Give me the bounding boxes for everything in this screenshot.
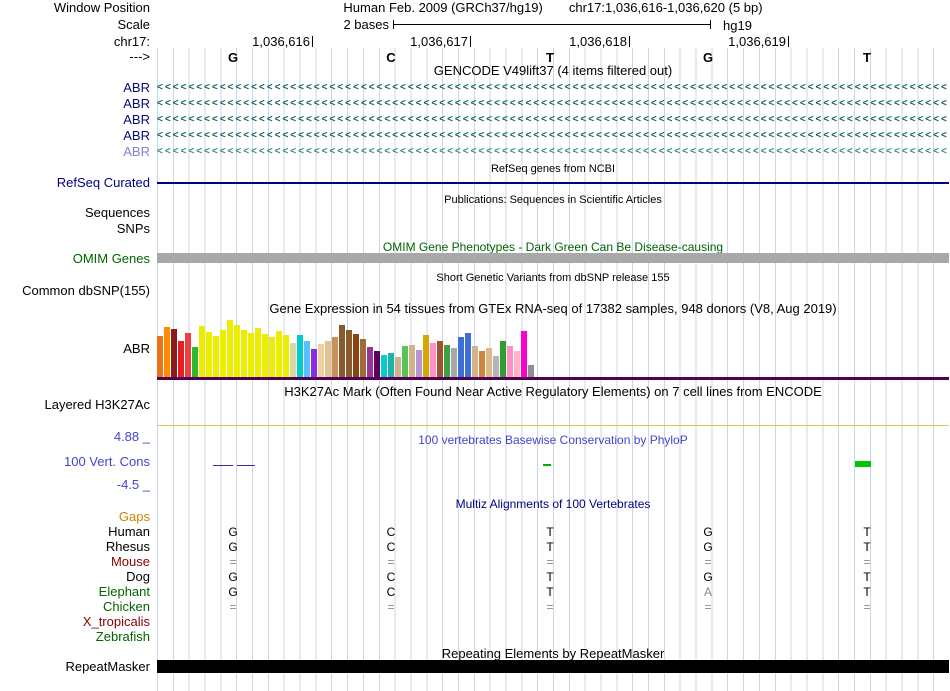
phylop-max-value: 4.88 _ [113, 429, 150, 444]
multiz-xtropicalis-label: X_tropicalis [82, 614, 150, 629]
gtex-gene-label[interactable]: ABR [123, 342, 150, 356]
multiz-track-title[interactable]: Multiz Alignments of 100 Vertebrates [157, 497, 949, 511]
chrom-label: chr17: [113, 34, 150, 49]
multiz-zebrafish-label: Zebrafish [95, 629, 150, 644]
genome-build-label: hg19 [723, 18, 752, 33]
gencode-track-title[interactable]: GENCODE V49lift37 (4 items filtered out) [157, 64, 949, 78]
genome-browser-view: Window Position Scale chr17: ---> ABR AB… [0, 0, 950, 691]
multiz-row-mouse: = = = = = [229, 555, 871, 569]
position-header: Human Feb. 2009 (GRCh37/hg19) chr17:1,03… [157, 1, 949, 15]
multiz-human-label: Human [108, 524, 150, 539]
scale-value: 2 bases [343, 17, 389, 32]
ruler-tick-label-2: 1,036,617 [410, 34, 468, 49]
ruler-tick-label-1: 1,036,616 [252, 34, 310, 49]
gencode-transcript-5[interactable]: <<<<<<<<<<<<<<<<<<<<<<<<<<<<<<<<<<<<<<<<… [157, 145, 949, 158]
multiz-chicken-label: Chicken [103, 599, 150, 614]
phylop-min-value: -4.5 _ [116, 477, 150, 492]
phylop-track-label[interactable]: 100 Vert. Cons [64, 455, 150, 469]
multiz-row-human: GCTGT [228, 525, 871, 539]
gencode-transcript-3[interactable]: <<<<<<<<<<<<<<<<<<<<<<<<<<<<<<<<<<<<<<<<… [157, 113, 949, 126]
gencode-transcript-2[interactable]: <<<<<<<<<<<<<<<<<<<<<<<<<<<<<<<<<<<<<<<<… [157, 97, 949, 110]
assembly-name: Human Feb. 2009 (GRCh37/hg19) [343, 0, 543, 15]
refseq-gene-bar[interactable] [157, 182, 949, 184]
h3k27ac-signal-baseline [157, 425, 949, 426]
gtex-baseline-bar[interactable] [157, 377, 949, 380]
track-area: Human Feb. 2009 (GRCh37/hg19) chr17:1,03… [157, 0, 949, 691]
omim-gene-bar[interactable] [157, 253, 949, 263]
ruler-tick-label-3: 1,036,618 [569, 34, 627, 49]
publications-track-title[interactable]: Publications: Sequences in Scientific Ar… [157, 193, 949, 207]
gtex-track-title[interactable]: Gene Expression in 54 tissues from GTEx … [157, 302, 949, 316]
gencode-item-label-abr-1[interactable]: ABR [123, 81, 150, 95]
gencode-item-label-abr-4[interactable]: ABR [123, 129, 150, 143]
ruler-tick-mark [312, 36, 313, 47]
sequences-label[interactable]: Sequences [85, 206, 150, 220]
gencode-transcript-1[interactable]: <<<<<<<<<<<<<<<<<<<<<<<<<<<<<<<<<<<<<<<<… [157, 81, 949, 94]
gencode-item-label-abr-3[interactable]: ABR [123, 113, 150, 127]
gencode-transcript-4[interactable]: <<<<<<<<<<<<<<<<<<<<<<<<<<<<<<<<<<<<<<<<… [157, 129, 949, 142]
ruler-tick-mark [470, 36, 471, 47]
multiz-rhesus-label: Rhesus [105, 539, 150, 554]
ruler-tick-label-4: 1,036,619 [728, 34, 786, 49]
multiz-elephant-label: Elephant [98, 584, 150, 599]
ruler-tick-mark [629, 36, 630, 47]
current-position: chr17:1,036,616-1,036,620 (5 bp) [568, 0, 763, 15]
multiz-row-elephant: GCTAT [228, 585, 871, 599]
ruler-tick-mark [788, 36, 789, 47]
phylop-track-title[interactable]: 100 vertebrates Basewise Conservation by… [157, 433, 949, 447]
reference-base-row: GCTGT [227, 50, 871, 65]
h3k27ac-track-title[interactable]: H3K27Ac Mark (Often Found Near Active Re… [157, 385, 949, 399]
dbsnp-track-title[interactable]: Short Genetic Variants from dbSNP releas… [157, 271, 949, 285]
track-labels-column: Window Position Scale chr17: ---> ABR AB… [0, 0, 153, 691]
multiz-dog-label: Dog [126, 569, 150, 584]
repeatmasker-element-bar[interactable] [157, 660, 949, 673]
multiz-row-dog: GCTGT [228, 570, 871, 584]
scale-ruler-line [393, 24, 710, 25]
strand-direction-label: ---> [129, 49, 150, 64]
window-position-label: Window Position [53, 0, 150, 15]
omim-genes-label[interactable]: OMIM Genes [73, 252, 150, 266]
repeatmasker-track-title[interactable]: Repeating Elements by RepeatMasker [157, 647, 949, 661]
multiz-gaps-label: Gaps [118, 509, 150, 524]
refseq-track-title[interactable]: RefSeq genes from NCBI [157, 162, 949, 176]
omim-track-title[interactable]: OMIM Gene Phenotypes - Dark Green Can Be… [157, 240, 949, 254]
multiz-mouse-label: Mouse [110, 554, 150, 569]
snps-label[interactable]: SNPs [117, 222, 150, 236]
multiz-row-chicken: = = = = = [229, 600, 871, 614]
repeatmasker-label[interactable]: RepeatMasker [65, 660, 150, 674]
refseq-curated-label[interactable]: RefSeq Curated [57, 176, 150, 190]
multiz-row-rhesus: GCTGT [228, 540, 871, 554]
gencode-item-label-abr-5[interactable]: ABR [123, 145, 150, 159]
gtex-expression-bars[interactable] [157, 317, 534, 377]
scale-label: Scale [117, 17, 150, 32]
gencode-item-label-abr-2[interactable]: ABR [123, 97, 150, 111]
common-dbsnp-label[interactable]: Common dbSNP(155) [22, 284, 150, 298]
layered-h3k27ac-label[interactable]: Layered H3K27Ac [44, 398, 150, 412]
scale-ruler-right-cap [710, 20, 711, 29]
